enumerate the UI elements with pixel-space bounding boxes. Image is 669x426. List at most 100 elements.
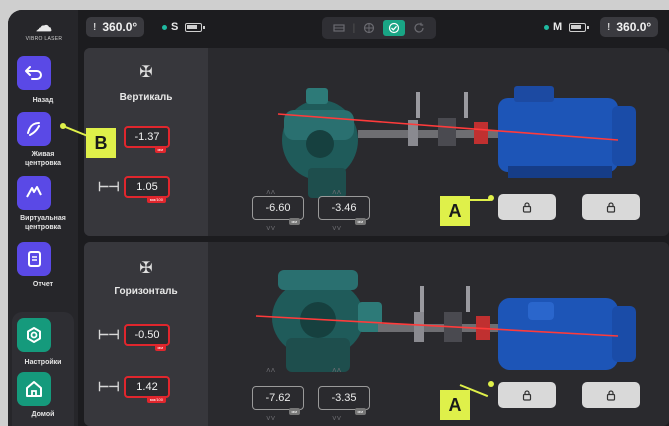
vertical-title: Вертикаль: [119, 92, 173, 103]
horizontal-angle-value[interactable]: 1.42 мм/100: [124, 376, 170, 403]
coupling-offset-icon: ⊢⊣: [98, 327, 120, 342]
vertical-offset-value[interactable]: -1.37 мм: [124, 126, 170, 153]
mode-refresh-button[interactable]: [408, 20, 430, 36]
live-alignment-icon: [27, 122, 40, 136]
horizontal-lock-front-button[interactable]: [498, 382, 556, 408]
lock-icon: [606, 390, 616, 401]
horizontal-angle-row: ⊢⊣ 1.42 мм/100: [98, 376, 170, 403]
callout-a-label: A: [440, 196, 470, 226]
horizontal-title: Горизонталь: [114, 286, 178, 297]
settings-button[interactable]: [17, 318, 51, 352]
mode-selector: |: [322, 17, 436, 39]
coupling-angle-icon: ⊢⊣: [98, 179, 120, 194]
chevron-down-icon: ˅˅: [266, 414, 276, 423]
sidebar: ☁ VIBRO LASER Назад Живая центровка Вирту…: [8, 10, 78, 426]
horizontal-rear-foot-unit: мм: [354, 408, 366, 415]
virtual-alignment-button[interactable]: [17, 176, 51, 210]
vertical-orientation-icon: ✠: [139, 64, 153, 81]
vertical-angle-row: ⊢⊣ 1.05 мм/100: [98, 176, 170, 203]
horizontal-front-foot-unit: мм: [288, 408, 300, 415]
mode-separator: |: [352, 22, 356, 34]
vertical-offset-unit: мм: [154, 146, 166, 153]
m-sensor-label: M: [553, 21, 563, 33]
vertical-machine-scene: ˄˄ -6.60 мм ˅˅ ˄˄ -3.46 мм ˅˅: [208, 48, 669, 236]
sidebar-item-label: Домой: [31, 411, 55, 418]
connection-dot-icon: [544, 24, 549, 30]
logo-mark-icon: ☁: [36, 18, 52, 35]
horizontal-offset-row: ⊢⊣ -0.50 мм: [98, 324, 170, 351]
logo-text: VIBRO LASER: [25, 36, 63, 42]
screenshot-frame: ☁ VIBRO LASER Назад Живая центровка Вирту…: [0, 0, 669, 426]
sidebar-item-label: Отчет: [32, 281, 54, 288]
mode-check-button[interactable]: [383, 20, 406, 36]
coupling-angle-icon: ⊢⊣: [98, 379, 120, 394]
logo: ☁ VIBRO LASER: [22, 18, 66, 42]
left-angle-display: ! 360.0°: [86, 17, 145, 37]
vertical-angle-unit: мм/100: [146, 196, 166, 203]
chevron-up-icon: ˄˄: [266, 366, 276, 375]
back-arrow-icon: [25, 66, 42, 80]
refresh-mode-icon: [414, 22, 425, 33]
home-button[interactable]: [17, 372, 51, 406]
check-mode-icon: [389, 22, 400, 34]
vertical-angle-value[interactable]: 1.05 мм/100: [124, 176, 170, 203]
sidebar-item-label: Живая центровка: [24, 151, 62, 167]
connection-dot-icon: [162, 24, 167, 30]
horizontal-angle-unit: мм/100: [146, 396, 166, 403]
sidebar-item-label: Виртуальная центровка: [20, 215, 66, 231]
left-angle-value: 360.0°: [102, 20, 138, 34]
horizontal-front-foot-text: -7.62: [265, 392, 291, 404]
horizontal-front-foot-value[interactable]: -7.62 мм: [252, 386, 304, 415]
horizontal-offset-value[interactable]: -0.50 мм: [124, 324, 170, 351]
horizontal-lock-rear-button[interactable]: [582, 382, 640, 408]
horizontal-panel: ✠ Горизонталь ⊢⊣ -0.50 мм ⊢⊣ 1.42 мм/100: [84, 242, 669, 426]
battery-icon: [569, 22, 590, 32]
top-status-bar: ! 360.0° S | M ! 360.0°: [78, 10, 669, 44]
chevron-down-icon: ˅˅: [332, 224, 342, 233]
target-mode-icon: [364, 22, 375, 34]
m-sensor-indicator: M: [544, 20, 590, 34]
horizontal-angle-text: 1.42: [136, 381, 158, 393]
right-angle-value: 360.0°: [616, 20, 652, 34]
back-button[interactable]: [17, 56, 51, 90]
settings-icon: [27, 327, 41, 343]
mode-horizontal-button[interactable]: [328, 20, 350, 36]
vertical-angle-text: 1.05: [136, 181, 158, 193]
vertical-panel: ✠ Вертикаль ⊣ -1.37 мм ⊢⊣ 1.05 мм/100: [84, 48, 669, 236]
lock-icon: [606, 202, 616, 213]
s-sensor-indicator: S: [162, 20, 206, 34]
vertical-rear-foot-value[interactable]: -3.46 мм: [318, 196, 370, 225]
horizontal-machine-scene: ˄˄ -7.62 мм ˅˅ ˄˄ -3.35 мм ˅˅: [208, 242, 669, 426]
virtual-alignment-icon: [26, 186, 42, 198]
lock-icon: [522, 202, 532, 213]
lock-icon: [522, 390, 532, 401]
vertical-lock-front-button[interactable]: [498, 194, 556, 220]
vertical-front-foot-text: -6.60: [265, 202, 291, 214]
chevron-down-icon: ˅˅: [332, 414, 342, 423]
live-alignment-button[interactable]: [17, 112, 51, 146]
chevron-up-icon: ˄˄: [332, 366, 342, 375]
sidebar-item-label: Настройки: [24, 359, 62, 366]
s-sensor-label: S: [171, 21, 179, 33]
callout-a-label: A: [440, 390, 470, 420]
callout-b-label: B: [86, 128, 116, 158]
horizontal-rear-foot-value[interactable]: -3.35 мм: [318, 386, 370, 415]
horizontal-mode-icon: [332, 24, 345, 32]
horizontal-readout-card: ✠ Горизонталь ⊢⊣ -0.50 мм ⊢⊣ 1.42 мм/100: [84, 242, 208, 426]
sidebar-item-label: Назад: [32, 97, 54, 104]
device-screen: ☁ VIBRO LASER Назад Живая центровка Вирту…: [8, 10, 669, 426]
alert-icon: !: [607, 21, 611, 33]
mode-target-button[interactable]: [358, 20, 380, 36]
vertical-rear-foot-unit: мм: [354, 218, 366, 225]
report-icon: [28, 251, 41, 267]
horizontal-orientation-icon: ✠: [139, 260, 153, 277]
vertical-front-foot-value[interactable]: -6.60 мм: [252, 196, 304, 225]
callout-a-pointer-dot: [488, 381, 494, 387]
chevron-down-icon: ˅˅: [266, 224, 276, 233]
vertical-front-foot-unit: мм: [288, 218, 300, 225]
vertical-lock-rear-button[interactable]: [582, 194, 640, 220]
right-angle-display: ! 360.0°: [600, 17, 659, 37]
report-button[interactable]: [17, 242, 51, 276]
horizontal-rear-foot-text: -3.35: [331, 392, 357, 404]
alert-icon: !: [93, 21, 97, 33]
